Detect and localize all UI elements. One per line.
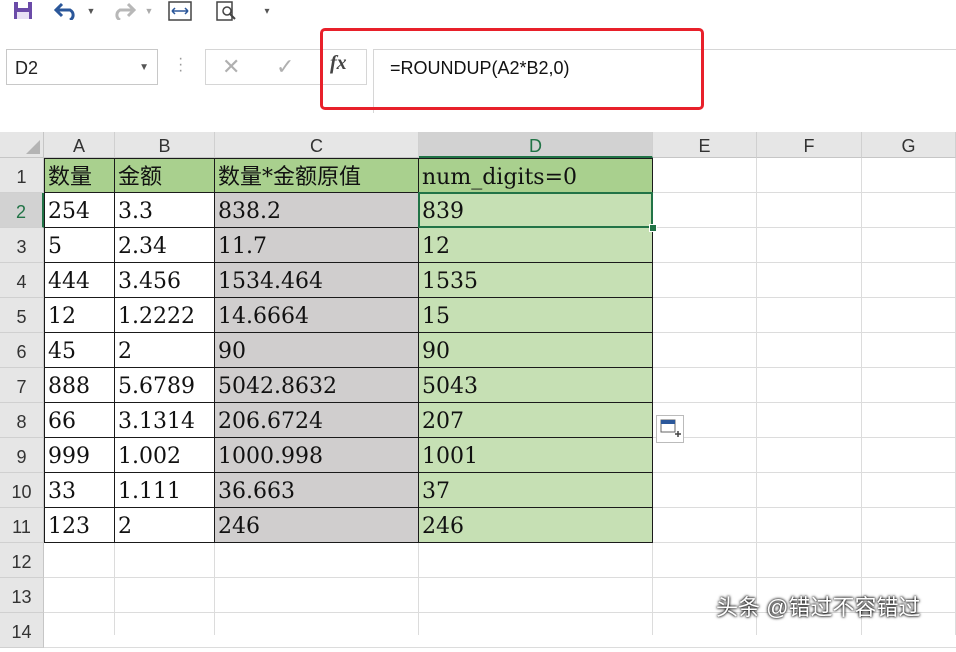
table-cell[interactable]: 207 [419, 403, 653, 438]
table-header-cell[interactable]: 数量 [44, 158, 115, 193]
column-header-g[interactable]: G [862, 132, 956, 158]
select-all-triangle [26, 140, 40, 154]
table-cell[interactable]: 90 [215, 333, 419, 368]
column-header-b[interactable]: B [115, 132, 215, 158]
row-header-4[interactable]: 4 [0, 263, 44, 298]
table-cell[interactable]: 1.2222 [115, 298, 215, 333]
row-header-3[interactable]: 3 [0, 228, 44, 263]
fill-handle[interactable] [649, 224, 657, 232]
table-cell[interactable]: 11.7 [215, 228, 419, 263]
row-header-9[interactable]: 9 [0, 438, 44, 473]
table-header-cell[interactable]: 金额 [115, 158, 215, 193]
table-cell[interactable]: 12 [44, 298, 115, 333]
table-cell[interactable]: 14.6664 [215, 298, 419, 333]
table-cell[interactable]: 37 [419, 473, 653, 508]
table-cell[interactable]: 66 [44, 403, 115, 438]
name-box[interactable]: D2 ▼ [6, 49, 158, 85]
table-cell[interactable]: 1.002 [115, 438, 215, 473]
row-header-14[interactable]: 14 [0, 613, 44, 648]
table-cell[interactable]: 45 [44, 333, 115, 368]
table-header-cell[interactable]: num_digits=0 [419, 158, 653, 193]
table-cell[interactable]: 999 [44, 438, 115, 473]
redo-icon[interactable] [108, 0, 138, 22]
undo-dropdown-icon[interactable]: ▼ [84, 0, 98, 22]
table-cell[interactable]: 5 [44, 228, 115, 263]
table-cell[interactable]: 838.2 [215, 193, 419, 228]
table-cell[interactable]: 5.6789 [115, 368, 215, 403]
more-options-icon[interactable]: · · · [178, 51, 183, 79]
table-cell[interactable]: 36.663 [215, 473, 419, 508]
cancel-icon[interactable]: ✕ [222, 54, 240, 80]
row-header-11[interactable]: 11 [0, 508, 44, 543]
chevron-down-icon[interactable]: ▼ [139, 62, 149, 73]
row-gridline [44, 577, 956, 578]
table-cell[interactable]: 15 [419, 298, 653, 333]
column-width-icon[interactable] [166, 0, 194, 22]
table-cell[interactable]: 246 [215, 508, 419, 543]
table-cell[interactable]: 5042.8632 [215, 368, 419, 403]
table-cell[interactable]: 2.34 [115, 228, 215, 263]
formula-input[interactable]: =ROUNDUP(A2*B2,0) [373, 49, 956, 113]
table-cell[interactable]: 1000.998 [215, 438, 419, 473]
table-cell[interactable]: 2 [115, 333, 215, 368]
redo-dropdown-icon[interactable]: ▼ [142, 0, 156, 22]
formula-bar: D2 ▼ · · · ✕ ✓ fx =ROUNDUP(A2*B2,0) [0, 38, 956, 114]
table-cell[interactable]: 1535 [419, 263, 653, 298]
print-preview-icon[interactable] [212, 0, 240, 22]
column-header-d[interactable]: D [419, 132, 653, 158]
table-cell[interactable]: 5043 [419, 368, 653, 403]
row-gridline [44, 647, 956, 648]
table-cell[interactable]: 254 [44, 193, 115, 228]
select-all-button[interactable] [0, 132, 44, 158]
row-header-1[interactable]: 1 [0, 158, 44, 193]
column-header-e[interactable]: E [653, 132, 757, 158]
row-header-10[interactable]: 10 [0, 473, 44, 508]
table-cell[interactable]: 888 [44, 368, 115, 403]
column-header-c[interactable]: C [215, 132, 419, 158]
formula-text: =ROUNDUP(A2*B2,0) [390, 58, 570, 78]
row-header-13[interactable]: 13 [0, 578, 44, 613]
table-cell[interactable]: 246 [419, 508, 653, 543]
spreadsheet-grid[interactable]: A B C D E F G 1 2 3 4 5 6 7 8 9 10 11 12 13 14 数量 金额 数量*金额原值 num… [0, 132, 956, 648]
table-cell[interactable]: 3.3 [115, 193, 215, 228]
table-cell[interactable]: 12 [419, 228, 653, 263]
name-box-value: D2 [15, 58, 39, 78]
table-header-cell[interactable]: 数量*金额原值 [215, 158, 419, 193]
row-header-6[interactable]: 6 [0, 333, 44, 368]
undo-icon[interactable] [52, 0, 82, 22]
table-cell[interactable]: 1534.464 [215, 263, 419, 298]
row-header-5[interactable]: 5 [0, 298, 44, 333]
column-header-f[interactable]: F [757, 132, 862, 158]
table-cell[interactable]: 90 [419, 333, 653, 368]
table-cell[interactable]: 3.456 [115, 263, 215, 298]
table-cell[interactable]: 2 [115, 508, 215, 543]
row-header-12[interactable]: 12 [0, 543, 44, 578]
table-cell[interactable]: 33 [44, 473, 115, 508]
insert-function-icon[interactable]: fx [330, 52, 347, 75]
enter-icon[interactable]: ✓ [276, 54, 294, 80]
row-header-7[interactable]: 7 [0, 368, 44, 403]
column-gridline [861, 158, 862, 635]
table-cell[interactable]: 839 [419, 193, 653, 228]
customize-toolbar-icon[interactable]: ▾ [258, 0, 276, 22]
watermark: 头条 @错过不容错过 [716, 595, 921, 620]
quick-access-toolbar: ▼ ▼ ▾ [0, 0, 956, 26]
table-cell[interactable]: 206.6724 [215, 403, 419, 438]
row-header-8[interactable]: 8 [0, 403, 44, 438]
save-icon[interactable] [10, 0, 36, 22]
column-gridline [756, 158, 757, 635]
table-cell[interactable]: 1.111 [115, 473, 215, 508]
table-cell[interactable]: 444 [44, 263, 115, 298]
table-cell[interactable]: 3.1314 [115, 403, 215, 438]
table-cell[interactable]: 123 [44, 508, 115, 543]
paste-options-button[interactable] [656, 415, 684, 443]
row-header-2[interactable]: 2 [0, 193, 44, 228]
column-header-a[interactable]: A [44, 132, 115, 158]
table-cell[interactable]: 1001 [419, 438, 653, 473]
